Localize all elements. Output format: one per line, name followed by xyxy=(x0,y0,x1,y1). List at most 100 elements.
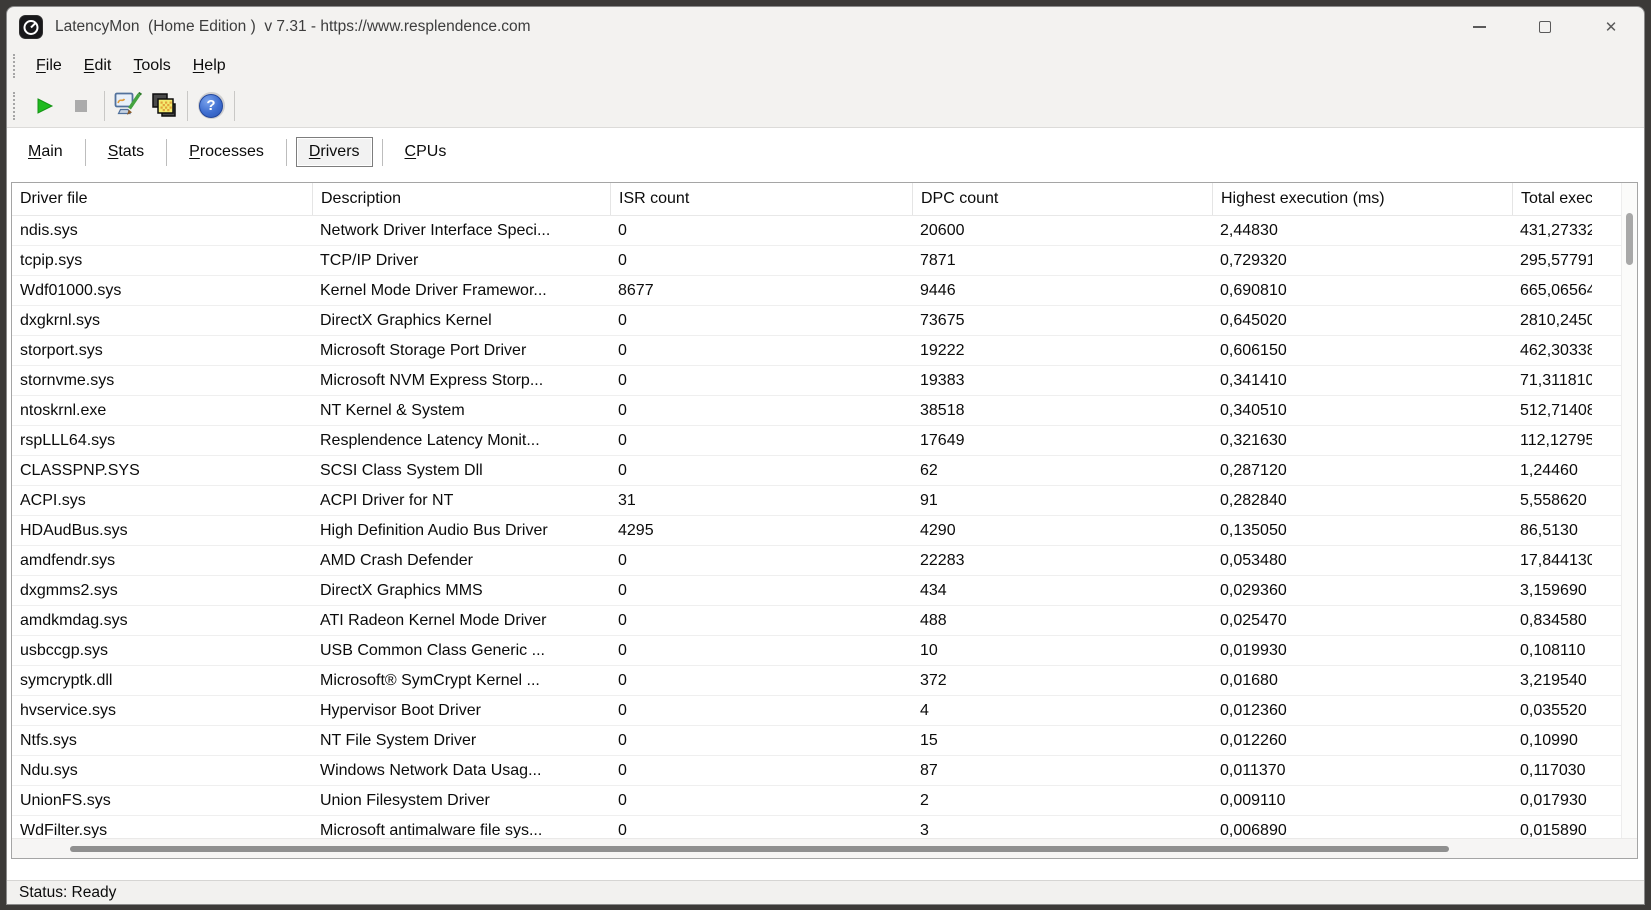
cell-description: Microsoft Storage Port Driver xyxy=(312,336,610,365)
cell-description: Windows Network Data Usag... xyxy=(312,756,610,785)
column-header-driver-file[interactable]: Driver file xyxy=(12,183,312,215)
column-header-dpc-count[interactable]: DPC count xyxy=(912,183,1212,215)
maximize-button[interactable] xyxy=(1512,7,1578,47)
cell-dpc-count: 73675 xyxy=(912,306,1212,335)
table-row[interactable]: hvservice.sysHypervisor Boot Driver040,0… xyxy=(12,696,1621,726)
column-header-isr-count[interactable]: ISR count xyxy=(610,183,912,215)
cell-dpc-count: 10 xyxy=(912,636,1212,665)
table-row[interactable]: amdkmdag.sysATI Radeon Kernel Mode Drive… xyxy=(12,606,1621,636)
cell-isr-count: 0 xyxy=(610,666,912,695)
cell-total-execution: 0,834580 xyxy=(1512,606,1592,635)
cell-highest-execution: 0,019930 xyxy=(1212,636,1512,665)
toolbar-separator xyxy=(234,91,235,121)
cell-highest-execution: 0,025470 xyxy=(1212,606,1512,635)
menu-tools[interactable]: Tools xyxy=(122,53,181,79)
table-row[interactable]: amdfendr.sysAMD Crash Defender0222830,05… xyxy=(12,546,1621,576)
menu-file[interactable]: File xyxy=(25,53,73,79)
menu-help[interactable]: Help xyxy=(182,53,237,79)
cell-dpc-count: 20600 xyxy=(912,216,1212,245)
toolbar-separator xyxy=(104,91,105,121)
cell-isr-count: 0 xyxy=(610,606,912,635)
horizontal-scrollbar[interactable] xyxy=(12,838,1637,858)
stop-icon xyxy=(74,99,88,113)
cell-isr-count: 8677 xyxy=(610,276,912,305)
tab-separator xyxy=(166,139,167,166)
tab-main[interactable]: Main xyxy=(15,137,76,167)
table-row[interactable]: ndis.sysNetwork Driver Interface Speci..… xyxy=(12,216,1621,246)
cell-highest-execution: 2,44830 xyxy=(1212,216,1512,245)
status-bar: Status: Ready xyxy=(7,880,1644,905)
table-row[interactable]: dxgmms2.sysDirectX Graphics MMS04340,029… xyxy=(12,576,1621,606)
cell-description: SCSI Class System Dll xyxy=(312,456,610,485)
cell-isr-count: 0 xyxy=(610,336,912,365)
table-row[interactable]: symcryptk.dllMicrosoft® SymCrypt Kernel … xyxy=(12,666,1621,696)
cell-isr-count: 0 xyxy=(610,756,912,785)
horizontal-scrollbar-thumb[interactable] xyxy=(70,846,1449,852)
column-header-highest-execution[interactable]: Highest execution (ms) xyxy=(1212,183,1512,215)
close-button[interactable]: ✕ xyxy=(1578,7,1644,47)
menubar-gripper[interactable] xyxy=(13,54,17,78)
cell-highest-execution: 0,006890 xyxy=(1212,816,1512,840)
table-row[interactable]: WdFilter.sysMicrosoft antimalware file s… xyxy=(12,816,1621,840)
analyze-report-button[interactable] xyxy=(110,88,146,124)
titlebar[interactable]: LatencyMon (Home Edition ) v 7.31 - http… xyxy=(7,7,1644,47)
cell-total-execution: 665,065640 xyxy=(1512,276,1592,305)
tab-cpus[interactable]: CPUs xyxy=(392,137,460,167)
minimize-button[interactable] xyxy=(1446,7,1512,47)
menu-edit[interactable]: Edit xyxy=(73,53,123,79)
table-row[interactable]: ntoskrnl.exeNT Kernel & System0385180,34… xyxy=(12,396,1621,426)
cell-highest-execution: 0,011370 xyxy=(1212,756,1512,785)
cell-dpc-count: 38518 xyxy=(912,396,1212,425)
cell-description: USB Common Class Generic ... xyxy=(312,636,610,665)
window-controls: ✕ xyxy=(1446,7,1644,47)
stop-monitor-button[interactable] xyxy=(63,88,99,124)
cell-total-execution: 462,303380 xyxy=(1512,336,1592,365)
tab-separator xyxy=(286,139,287,166)
cell-total-execution: 3,159690 xyxy=(1512,576,1592,605)
cell-highest-execution: 0,287120 xyxy=(1212,456,1512,485)
tab-stats[interactable]: Stats xyxy=(95,137,157,167)
tab-drivers[interactable]: Drivers xyxy=(296,137,373,167)
start-monitor-button[interactable] xyxy=(27,88,63,124)
table-row[interactable]: dxgkrnl.sysDirectX Graphics Kernel073675… xyxy=(12,306,1621,336)
cell-description: DirectX Graphics Kernel xyxy=(312,306,610,335)
toolbar-gripper[interactable] xyxy=(13,92,17,120)
table-row[interactable]: storport.sysMicrosoft Storage Port Drive… xyxy=(12,336,1621,366)
table-row[interactable]: usbccgp.sysUSB Common Class Generic ... 0… xyxy=(12,636,1621,666)
cell-description: High Definition Audio Bus Driver xyxy=(312,516,610,545)
cell-driver-file: ntoskrnl.exe xyxy=(12,396,312,425)
question-mark-icon: ? xyxy=(198,92,225,119)
column-header-description[interactable]: Description xyxy=(312,183,610,215)
table-row[interactable]: Ntfs.sysNT File System Driver0150,012260… xyxy=(12,726,1621,756)
cell-dpc-count: 17649 xyxy=(912,426,1212,455)
vertical-scrollbar[interactable] xyxy=(1621,183,1637,838)
table-row[interactable]: ACPI.sysACPI Driver for NT31910,2828405,… xyxy=(12,486,1621,516)
help-button[interactable]: ? xyxy=(193,88,229,124)
cell-description: Microsoft NVM Express Storp... xyxy=(312,366,610,395)
cell-dpc-count: 87 xyxy=(912,756,1212,785)
cell-isr-count: 0 xyxy=(610,246,912,275)
table-row[interactable]: Ndu.sysWindows Network Data Usag...0870,… xyxy=(12,756,1621,786)
table-row[interactable]: Wdf01000.sysKernel Mode Driver Framewor.… xyxy=(12,276,1621,306)
close-icon: ✕ xyxy=(1605,20,1618,35)
cell-total-execution: 431,273320 xyxy=(1512,216,1592,245)
cell-total-execution: 1,24460 xyxy=(1512,456,1592,485)
cell-description: ATI Radeon Kernel Mode Driver xyxy=(312,606,610,635)
table-row[interactable]: CLASSPNP.SYSSCSI Class System Dll0620,28… xyxy=(12,456,1621,486)
table-row[interactable]: HDAudBus.sysHigh Definition Audio Bus Dr… xyxy=(12,516,1621,546)
processes-window-button[interactable] xyxy=(146,88,182,124)
cell-isr-count: 0 xyxy=(610,576,912,605)
column-header-total-execution[interactable]: Total execution (ms) xyxy=(1512,183,1592,215)
cell-driver-file: usbccgp.sys xyxy=(12,636,312,665)
table-row[interactable]: tcpip.sysTCP/IP Driver078710,729320295,5… xyxy=(12,246,1621,276)
window-title: LatencyMon (Home Edition ) v 7.31 - http… xyxy=(55,18,531,36)
cell-total-execution: 3,219540 xyxy=(1512,666,1592,695)
vertical-scrollbar-thumb[interactable] xyxy=(1626,213,1633,265)
table-row[interactable]: UnionFS.sysUnion Filesystem Driver020,00… xyxy=(12,786,1621,816)
tab-processes[interactable]: Processes xyxy=(176,137,277,167)
cell-isr-count: 0 xyxy=(610,426,912,455)
table-row[interactable]: rspLLL64.sysResplendence Latency Monit..… xyxy=(12,426,1621,456)
cell-total-execution: 0,108110 xyxy=(1512,636,1592,665)
cell-driver-file: UnionFS.sys xyxy=(12,786,312,815)
table-row[interactable]: stornvme.sysMicrosoft NVM Express Storp.… xyxy=(12,366,1621,396)
